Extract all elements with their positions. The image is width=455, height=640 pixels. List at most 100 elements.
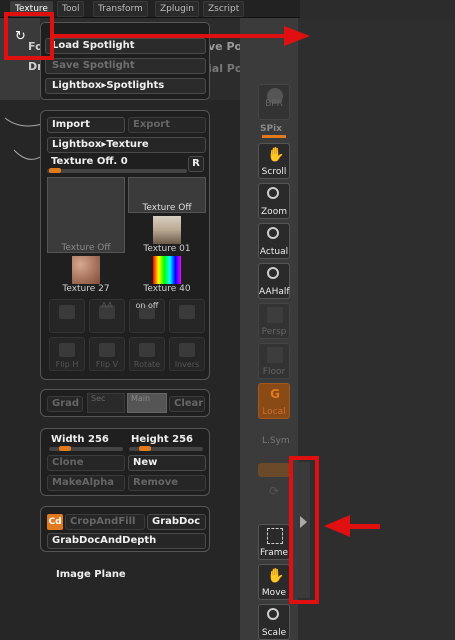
invers-label: Invers — [174, 360, 200, 369]
right-empty-area — [298, 18, 455, 640]
actual-label: Actual — [259, 247, 289, 257]
flip-v-button[interactable]: Flip V — [89, 337, 125, 371]
magnifier-icon — [267, 187, 279, 199]
grabdocanddepth-button[interactable]: GrabDocAndDepth — [47, 533, 206, 549]
cropandfill-button[interactable]: CropAndFill — [65, 514, 145, 530]
current-texture-slot[interactable] — [47, 177, 125, 253]
frame-button[interactable]: Frame — [258, 524, 290, 560]
save-spotlight-button[interactable]: Save Spotlight — [45, 58, 206, 74]
frame-label: Frame — [259, 548, 289, 558]
texture-27-label: Texture 27 — [62, 284, 110, 294]
actual-button[interactable]: Actual — [258, 223, 290, 259]
texture-panel: Import Export Lightbox▸Texture Texture O… — [40, 110, 210, 380]
texture-01-label: Texture 01 — [143, 244, 191, 254]
annotation-arrow-left-head — [324, 515, 350, 537]
persp-button[interactable]: Persp — [258, 303, 290, 339]
new-button[interactable]: New — [128, 455, 206, 471]
annotation-arrow-right-line — [54, 34, 288, 38]
pin-icon[interactable]: ↻ — [15, 28, 33, 46]
grad-button[interactable]: Grad — [47, 396, 83, 412]
load-spotlight-button[interactable]: Load Spotlight — [45, 38, 206, 54]
onoff-tool-button[interactable]: on off — [129, 299, 165, 333]
onoff-label: on off — [135, 301, 159, 310]
scale-label: Scale — [261, 628, 287, 638]
bpr-button[interactable]: BPR — [258, 84, 290, 120]
flip-v-icon — [99, 343, 115, 357]
clear-button[interactable]: Clear — [169, 396, 205, 412]
flip-h-label: Flip H — [55, 360, 79, 369]
aa-label: AA — [101, 301, 113, 310]
texture-40-slot[interactable]: Texture 40 — [128, 256, 206, 294]
menu-tab-tool[interactable]: Tool — [57, 1, 85, 17]
persp-icon — [267, 307, 283, 323]
lightbox-spotlights-button[interactable]: Lightbox▸Spotlights — [45, 78, 206, 94]
spix-label: SPix — [260, 124, 282, 134]
aahalf-button[interactable]: AAHalf — [258, 263, 290, 299]
invers-icon — [179, 343, 195, 357]
obscured-text-3: ve Po — [208, 40, 243, 53]
main-color-swatch[interactable]: Main — [127, 393, 167, 413]
menu-tab-zplugin[interactable]: Zplugin — [155, 1, 200, 17]
persp-label: Persp — [261, 327, 287, 337]
flip-h-button[interactable]: Flip H — [49, 337, 85, 371]
texture-27-slot[interactable]: Texture 27 — [47, 256, 125, 294]
channel-tool-button[interactable] — [49, 299, 85, 333]
flip-v-label: Flip V — [95, 360, 119, 369]
scale-button[interactable]: Scale — [258, 604, 290, 640]
floor-icon — [267, 347, 283, 363]
rotate-gizmo-icon: ⟳ — [268, 484, 280, 498]
zoom-label: Zoom — [261, 207, 287, 217]
aa-tool-button[interactable]: AA — [89, 299, 125, 333]
r-button[interactable]: R — [188, 156, 204, 172]
import-button[interactable]: Import — [47, 117, 125, 133]
texture-off-label: Texture Off — [142, 203, 192, 213]
remove-button[interactable]: Remove — [128, 475, 206, 491]
rotate-label: Rotate — [133, 360, 161, 369]
texture-01-thumbnail — [153, 216, 181, 244]
annotation-arrow-right-head — [284, 26, 310, 46]
width-knob[interactable] — [59, 446, 71, 451]
aahalf-label: AAHalf — [259, 287, 290, 297]
hand-icon: ✋ — [267, 147, 285, 163]
local-label: Local — [262, 407, 286, 417]
rotate-button[interactable]: Rotate — [129, 337, 165, 371]
current-texture-label: Texture Off — [61, 243, 111, 253]
move-button[interactable]: ✋ Move — [258, 564, 290, 600]
local-button[interactable]: G Local — [258, 383, 290, 419]
zoom-button[interactable]: Zoom — [258, 183, 290, 219]
floor-label: Floor — [262, 367, 286, 377]
size-panel: Width 256 Height 256 Clone New MakeAlpha… — [40, 428, 210, 496]
shape-icon — [179, 305, 195, 319]
menu-tab-transform[interactable]: Transform — [93, 1, 148, 17]
texture-offset-slider[interactable] — [47, 169, 187, 173]
image-plane-label[interactable]: Image Plane — [56, 569, 126, 580]
lightbox-texture-button[interactable]: Lightbox▸Texture — [47, 137, 206, 153]
cd-toggle[interactable]: Cd — [47, 514, 63, 530]
xyz-toggle[interactable] — [258, 463, 290, 477]
rotate-icon — [139, 343, 155, 357]
texture-offset-knob[interactable] — [49, 168, 61, 173]
height-knob[interactable] — [139, 446, 151, 451]
lsym-label[interactable]: L.Sym — [262, 436, 290, 446]
grabdoc-button[interactable]: GrabDoc — [147, 514, 206, 530]
bpr-label: BPR — [265, 99, 283, 109]
secondary-color-swatch[interactable]: Sec — [87, 393, 125, 413]
aahalf-magnifier-icon — [267, 267, 279, 279]
move-label: Move — [261, 588, 287, 598]
texture-40-thumbnail — [153, 256, 181, 284]
export-button[interactable]: Export — [128, 117, 206, 133]
annotation-arrow-left-line — [348, 524, 380, 529]
gradient-panel: Grad Sec Main Clear — [40, 389, 210, 417]
scroll-button[interactable]: ✋ Scroll — [258, 143, 290, 179]
clone-button[interactable]: Clone — [47, 455, 125, 471]
invers-button[interactable]: Invers — [169, 337, 205, 371]
menu-tab-zscript[interactable]: Zscript — [203, 1, 245, 17]
texture-01-slot[interactable]: Texture 01 — [128, 216, 206, 254]
grab-panel: Cd CropAndFill GrabDoc GrabDocAndDepth — [40, 506, 210, 552]
shape-tool-button[interactable] — [169, 299, 205, 333]
texture-offset-label: Texture Off. 0 — [51, 156, 128, 167]
move-hand-icon: ✋ — [267, 568, 285, 584]
spix-slider[interactable] — [262, 135, 286, 138]
makealpha-button[interactable]: MakeAlpha — [47, 475, 125, 491]
floor-button[interactable]: Floor — [258, 343, 290, 379]
